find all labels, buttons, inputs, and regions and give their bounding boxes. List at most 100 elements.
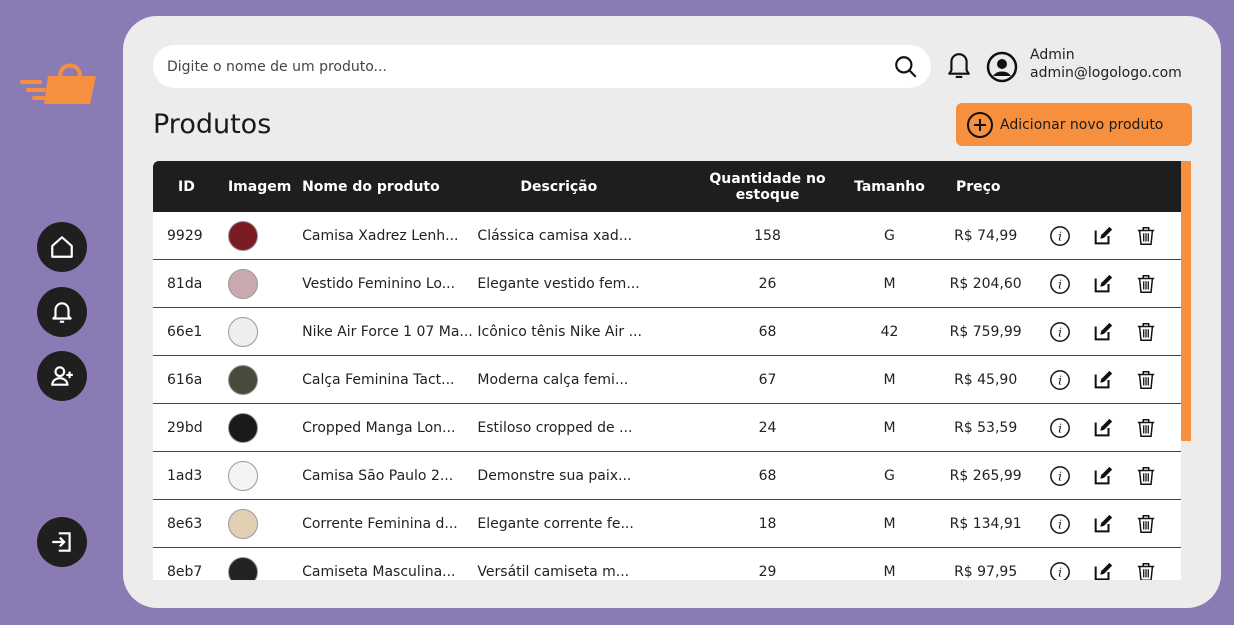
cell-description: Elegante corrente fe... <box>477 499 688 548</box>
home-button[interactable] <box>37 222 87 272</box>
search-icon[interactable] <box>893 54 919 80</box>
cell-image <box>227 451 303 500</box>
edit-icon[interactable] <box>1092 321 1114 343</box>
plus-circle-icon <box>967 111 993 138</box>
logout-button[interactable] <box>37 517 87 567</box>
trash-icon[interactable] <box>1135 561 1157 581</box>
logout-icon <box>52 532 71 552</box>
cell-price: R$ 97,95 <box>931 547 1040 580</box>
col-image[interactable]: Imagem <box>227 161 303 212</box>
table-header: ID Imagem Nome do produto Descrição Quan… <box>153 161 1181 212</box>
cell-actions: i <box>1039 403 1181 452</box>
trash-icon[interactable] <box>1135 225 1157 247</box>
page-title: Produtos <box>153 109 272 140</box>
cell-actions: i <box>1039 355 1181 404</box>
cell-price: R$ 204,60 <box>931 259 1040 308</box>
table-row[interactable]: 616a Calça Feminina Tact... Moderna calç… <box>153 355 1181 404</box>
products-table: ID Imagem Nome do produto Descrição Quan… <box>153 161 1181 580</box>
table-row[interactable]: 9929 Camisa Xadrez Lenh... Clássica cami… <box>153 212 1181 260</box>
main-panel: Admin admin@logologo.com Produtos Adicio… <box>123 16 1221 608</box>
col-id[interactable]: ID <box>153 161 228 212</box>
cell-actions: i <box>1039 451 1181 500</box>
table-scrollbar[interactable] <box>1181 161 1191 441</box>
cell-size: M <box>847 259 932 308</box>
edit-icon[interactable] <box>1092 369 1114 391</box>
table-row[interactable]: 81da Vestido Feminino Lo... Elegante ves… <box>153 259 1181 308</box>
svg-text:i: i <box>1058 565 1062 579</box>
cell-name: Camiseta Masculina... <box>302 547 478 580</box>
cell-description: Elegante vestido fem... <box>477 259 688 308</box>
table-row[interactable]: 8eb7 Camiseta Masculina... Versátil cami… <box>153 547 1181 581</box>
trash-icon[interactable] <box>1135 513 1157 535</box>
notification-bell-icon[interactable] <box>946 49 972 81</box>
cell-description: Versátil camiseta m... <box>477 547 688 580</box>
notifications-nav-button[interactable] <box>37 287 87 337</box>
cell-size: M <box>847 403 932 452</box>
info-icon[interactable]: i <box>1049 321 1071 343</box>
trash-icon[interactable] <box>1135 417 1157 439</box>
brand-logo <box>18 56 102 108</box>
cell-actions: i <box>1039 307 1181 356</box>
col-size[interactable]: Tamanho <box>847 161 932 212</box>
add-product-label: Adicionar novo produto <box>1000 116 1164 133</box>
user-avatar-icon[interactable] <box>986 51 1018 83</box>
edit-icon[interactable] <box>1092 465 1114 487</box>
cell-description: Icônico tênis Nike Air ... <box>477 307 688 356</box>
cell-image <box>227 307 303 356</box>
user-name: Admin <box>1030 47 1075 63</box>
info-icon[interactable]: i <box>1049 561 1071 581</box>
info-icon[interactable]: i <box>1049 369 1071 391</box>
info-icon[interactable]: i <box>1049 273 1071 295</box>
cell-name: Corrente Feminina d... <box>302 499 478 548</box>
cell-id: 1ad3 <box>153 451 228 500</box>
cell-price: R$ 74,99 <box>931 212 1040 260</box>
cell-stock: 26 <box>688 259 848 308</box>
cell-stock: 68 <box>688 451 848 500</box>
cell-price: R$ 134,91 <box>931 499 1040 548</box>
col-description[interactable]: Descrição <box>477 161 688 212</box>
cell-stock: 24 <box>688 403 848 452</box>
table-row[interactable]: 8e63 Corrente Feminina d... Elegante cor… <box>153 499 1181 548</box>
col-price[interactable]: Preço <box>931 161 1040 212</box>
cell-stock: 158 <box>688 212 848 260</box>
trash-icon[interactable] <box>1135 273 1157 295</box>
edit-icon[interactable] <box>1092 417 1114 439</box>
search-input[interactable] <box>153 44 893 89</box>
cell-stock: 67 <box>688 355 848 404</box>
cell-id: 9929 <box>153 212 228 260</box>
cell-name: Calça Feminina Tact... <box>302 355 478 404</box>
trash-icon[interactable] <box>1135 369 1157 391</box>
table-row[interactable]: 66e1 Nike Air Force 1 07 Ma... Icônico t… <box>153 307 1181 356</box>
svg-text:i: i <box>1058 421 1062 435</box>
col-name[interactable]: Nome do produto <box>302 161 478 212</box>
cell-id: 8e63 <box>153 499 228 548</box>
edit-icon[interactable] <box>1092 225 1114 247</box>
cell-id: 616a <box>153 355 228 404</box>
svg-text:i: i <box>1058 277 1062 291</box>
info-icon[interactable]: i <box>1049 513 1071 535</box>
cell-description: Estiloso cropped de ... <box>477 403 688 452</box>
cell-stock: 68 <box>688 307 848 356</box>
table-row[interactable]: 1ad3 Camisa São Paulo 2... Demonstre sua… <box>153 451 1181 500</box>
cell-id: 8eb7 <box>153 547 228 580</box>
cell-image <box>227 259 303 308</box>
cell-name: Vestido Feminino Lo... <box>302 259 478 308</box>
trash-icon[interactable] <box>1135 321 1157 343</box>
edit-icon[interactable] <box>1092 561 1114 581</box>
info-icon[interactable]: i <box>1049 465 1071 487</box>
cell-image <box>227 212 303 260</box>
cell-price: R$ 45,90 <box>931 355 1040 404</box>
table-row[interactable]: 29bd Cropped Manga Lon... Estiloso cropp… <box>153 403 1181 452</box>
edit-icon[interactable] <box>1092 273 1114 295</box>
info-icon[interactable]: i <box>1049 417 1071 439</box>
user-email: admin@logologo.com <box>1030 65 1182 81</box>
cell-size: G <box>847 451 932 500</box>
product-thumbnail <box>227 508 258 539</box>
add-product-button[interactable]: Adicionar novo produto <box>956 103 1192 146</box>
info-icon[interactable]: i <box>1049 225 1071 247</box>
col-stock[interactable]: Quantidade no estoque <box>688 161 848 212</box>
trash-icon[interactable] <box>1135 465 1157 487</box>
cell-size: M <box>847 547 932 580</box>
add-user-button[interactable] <box>37 351 87 401</box>
edit-icon[interactable] <box>1092 513 1114 535</box>
